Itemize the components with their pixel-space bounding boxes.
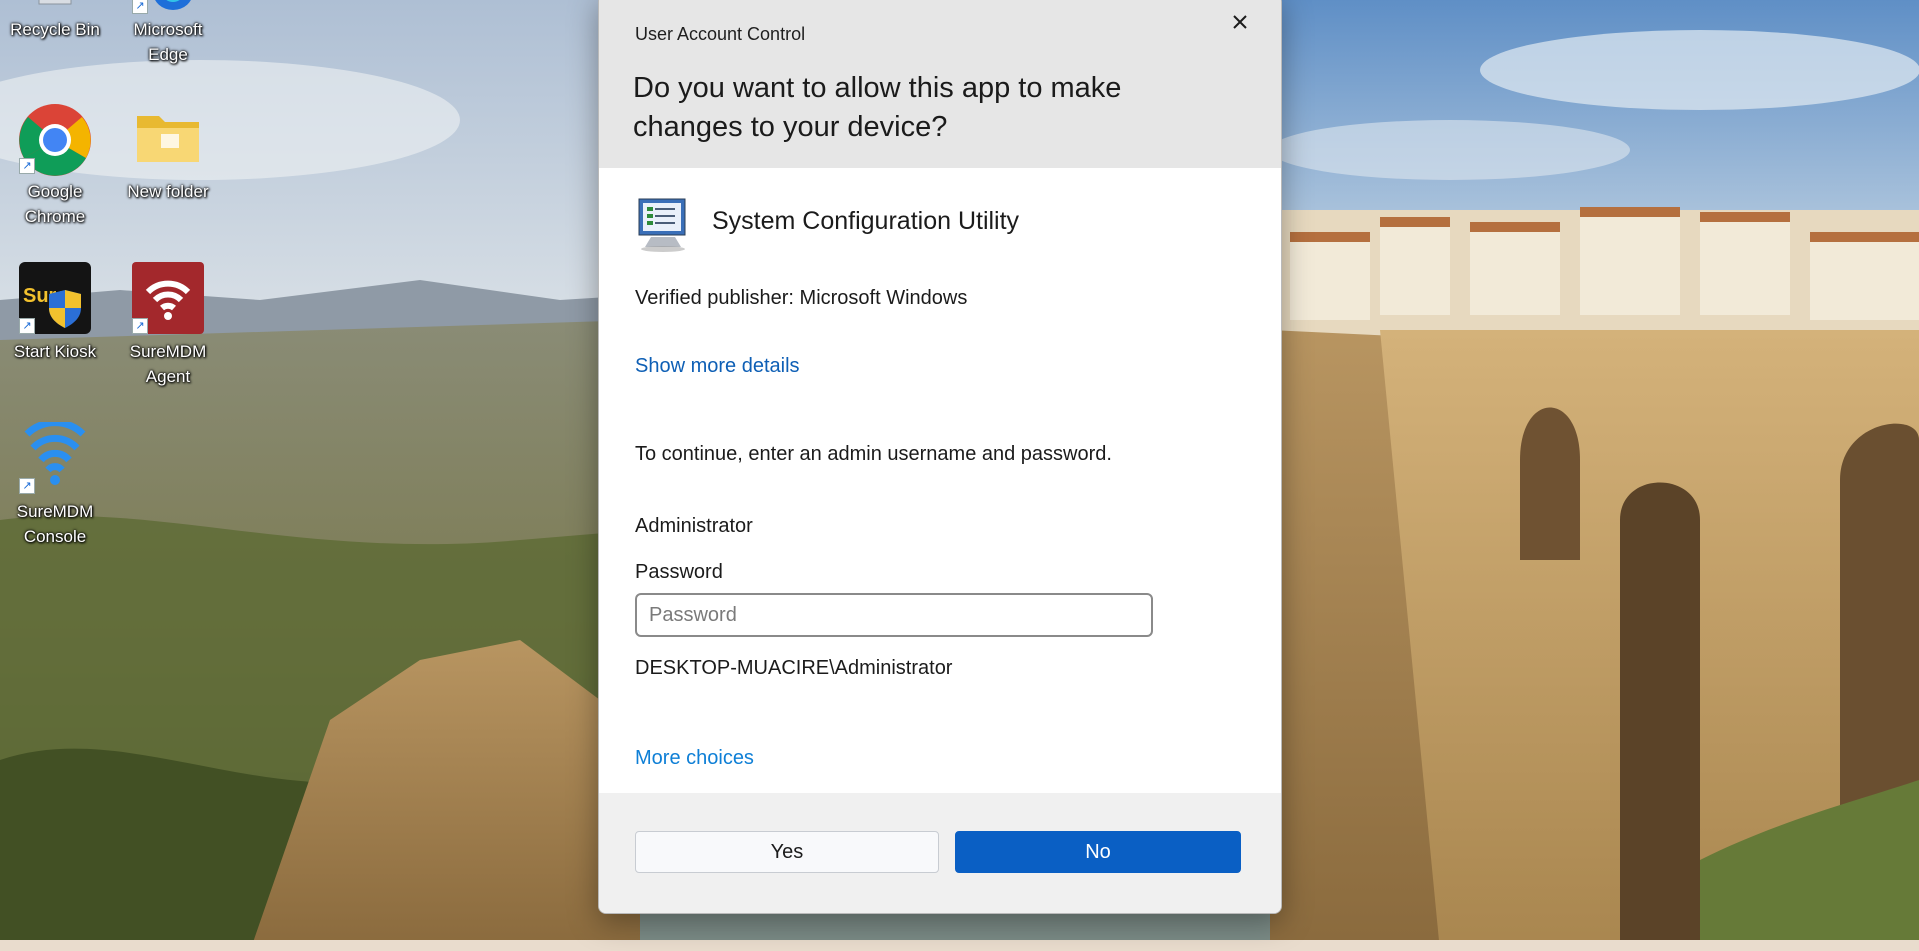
desktop-icon-label: New folder xyxy=(127,182,209,201)
admin-username: Administrator xyxy=(635,515,753,537)
no-button[interactable]: No xyxy=(955,831,1241,873)
password-label: Password xyxy=(635,561,723,583)
show-more-details-link[interactable]: Show more details xyxy=(635,355,800,378)
app-name: System Configuration Utility xyxy=(712,207,1020,235)
desktop-icon-label: Microsoft Edge xyxy=(133,20,203,64)
shortcut-arrow-icon: ↗ xyxy=(19,318,35,334)
more-choices-link[interactable]: More choices xyxy=(635,747,754,770)
dialog-caption: User Account Control xyxy=(635,24,806,44)
msconfig-icon xyxy=(635,197,693,258)
desktop-icon-label: SureMDM Agent xyxy=(129,342,207,386)
shortcut-arrow-icon: ↗ xyxy=(19,478,35,494)
continue-instruction: To continue, enter an admin username and… xyxy=(635,443,1112,465)
desktop-icon-label: Start Kiosk xyxy=(13,342,97,361)
dialog-question: Do you want to allow this app to make ch… xyxy=(633,72,1122,143)
desktop-icon-label: Google Chrome xyxy=(24,182,86,226)
shortcut-arrow-icon: ↗ xyxy=(132,0,148,14)
password-input[interactable] xyxy=(635,593,1153,637)
close-button[interactable] xyxy=(1225,7,1255,37)
folder-icon xyxy=(135,108,201,169)
domain-username: DESKTOP-MUACIRE\Administrator xyxy=(635,657,953,679)
desktop-icon-label: SureMDM Console xyxy=(16,502,94,546)
taskbar-edge xyxy=(0,940,1919,951)
verified-publisher: Verified publisher: Microsoft Windows xyxy=(635,287,968,309)
desktop-icon-label: Recycle Bin xyxy=(10,20,100,39)
uac-dialog: User Account Control Do you want to allo… xyxy=(598,0,1282,914)
yes-button[interactable]: Yes xyxy=(635,831,939,873)
close-icon xyxy=(1233,15,1247,29)
shortcut-arrow-icon: ↗ xyxy=(132,318,148,334)
shortcut-arrow-icon: ↗ xyxy=(19,158,35,174)
recycle-bin-icon xyxy=(33,0,77,13)
